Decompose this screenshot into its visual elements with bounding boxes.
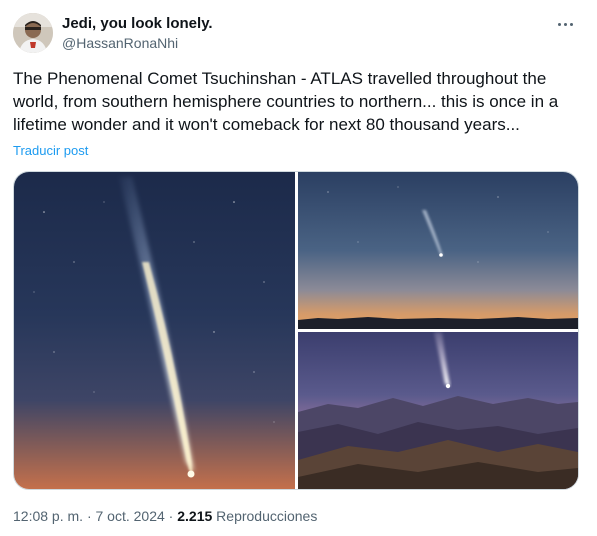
media-image-comet-tail[interactable] xyxy=(14,172,295,489)
tweet-meta: 12:08 p. m. · 7 oct. 2024 · 2.215 Reprod… xyxy=(13,508,317,525)
user-avatar-icon xyxy=(13,13,53,53)
tweet-date[interactable]: 7 oct. 2024 xyxy=(96,508,165,524)
views-label: Reproducciones xyxy=(216,508,318,524)
translate-post-link[interactable]: Traducir post xyxy=(13,143,88,159)
author-handle[interactable]: @HassanRonaNhi xyxy=(62,35,178,52)
meta-separator: · xyxy=(86,508,92,524)
more-options-icon xyxy=(557,22,561,26)
more-options-button[interactable] xyxy=(553,14,577,34)
avatar[interactable] xyxy=(13,13,53,53)
comet-photo-2 xyxy=(298,172,578,329)
meta-separator: · xyxy=(168,508,174,524)
comet-photo-3 xyxy=(298,332,578,489)
views-count: 2.215 xyxy=(177,508,213,524)
media-grid xyxy=(13,171,579,490)
tweet-text: The Phenomenal Comet Tsuchinshan - ATLAS… xyxy=(13,69,559,134)
media-image-comet-horizon[interactable] xyxy=(298,172,578,329)
tweet-time[interactable]: 12:08 p. m. xyxy=(13,508,83,524)
author-display-name[interactable]: Jedi, you look lonely. xyxy=(62,15,213,33)
media-image-comet-mountains[interactable] xyxy=(298,332,578,489)
comet-photo-1 xyxy=(14,172,295,489)
